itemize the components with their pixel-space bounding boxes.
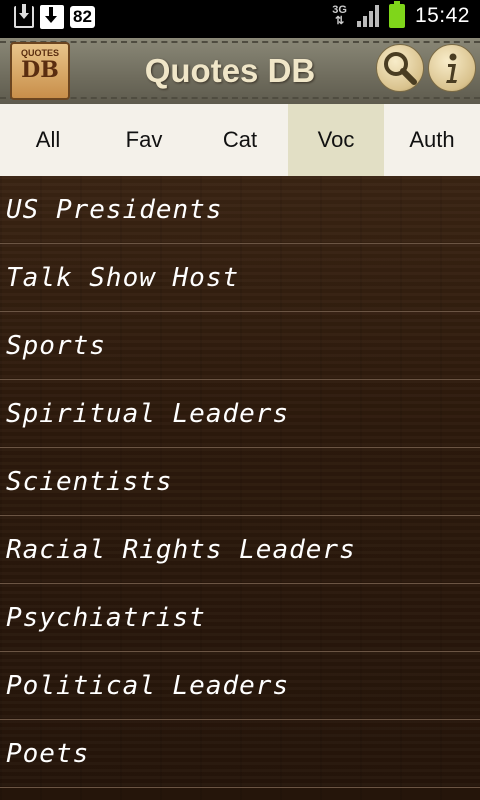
list-item[interactable]: Poets	[0, 720, 480, 788]
list-item[interactable]: Racial Rights Leaders	[0, 516, 480, 584]
download-complete-icon	[40, 5, 64, 29]
tab-all[interactable]: All	[0, 104, 96, 176]
list-item[interactable]: Scientists	[0, 448, 480, 516]
download-icon	[14, 4, 34, 28]
list-item-label: US Presidents	[6, 194, 223, 225]
notification-count-badge: 82	[70, 6, 95, 28]
list-item[interactable]: Political Leaders	[0, 652, 480, 720]
info-icon	[446, 53, 457, 83]
list-item-label: Psychiatrist	[6, 602, 206, 633]
network-type-icon: 3G ⇅	[332, 4, 347, 27]
category-list: US Presidents Talk Show Host Sports Spir…	[0, 176, 480, 800]
list-item-label: Sports	[6, 330, 106, 361]
list-item-label: Scientists	[6, 466, 173, 497]
list-item-label: Talk Show Host	[6, 262, 240, 293]
search-button[interactable]	[376, 44, 424, 92]
list-item-label: Political Leaders	[6, 670, 290, 701]
list-item[interactable]: Talk Show Host	[0, 244, 480, 312]
battery-icon	[388, 1, 405, 28]
signal-strength-icon	[356, 5, 379, 27]
list-item[interactable]: US Presidents	[0, 176, 480, 244]
list-item-label: Poets	[6, 738, 90, 769]
tab-cat[interactable]: Cat	[192, 104, 288, 176]
header-stitch-top	[0, 41, 480, 43]
search-icon	[384, 52, 417, 85]
info-button[interactable]	[428, 44, 476, 92]
list-item-label: Spiritual Leaders	[6, 398, 290, 429]
status-bar: 82 3G ⇅ 15:42	[0, 0, 480, 38]
tab-bar: All Fav Cat Voc Auth	[0, 104, 480, 176]
app-header: QUOTES DB Quotes DB	[0, 38, 480, 106]
tab-voc[interactable]: Voc	[288, 104, 384, 176]
list-item[interactable]: Sports	[0, 312, 480, 380]
tab-fav[interactable]: Fav	[96, 104, 192, 176]
list-item-label: Racial Rights Leaders	[6, 534, 356, 565]
header-stitch-bottom	[0, 97, 480, 99]
list-item[interactable]: Spiritual Leaders	[0, 380, 480, 448]
tab-auth[interactable]: Auth	[384, 104, 480, 176]
list-item[interactable]: Psychiatrist	[0, 584, 480, 652]
status-clock: 15:42	[414, 4, 470, 27]
